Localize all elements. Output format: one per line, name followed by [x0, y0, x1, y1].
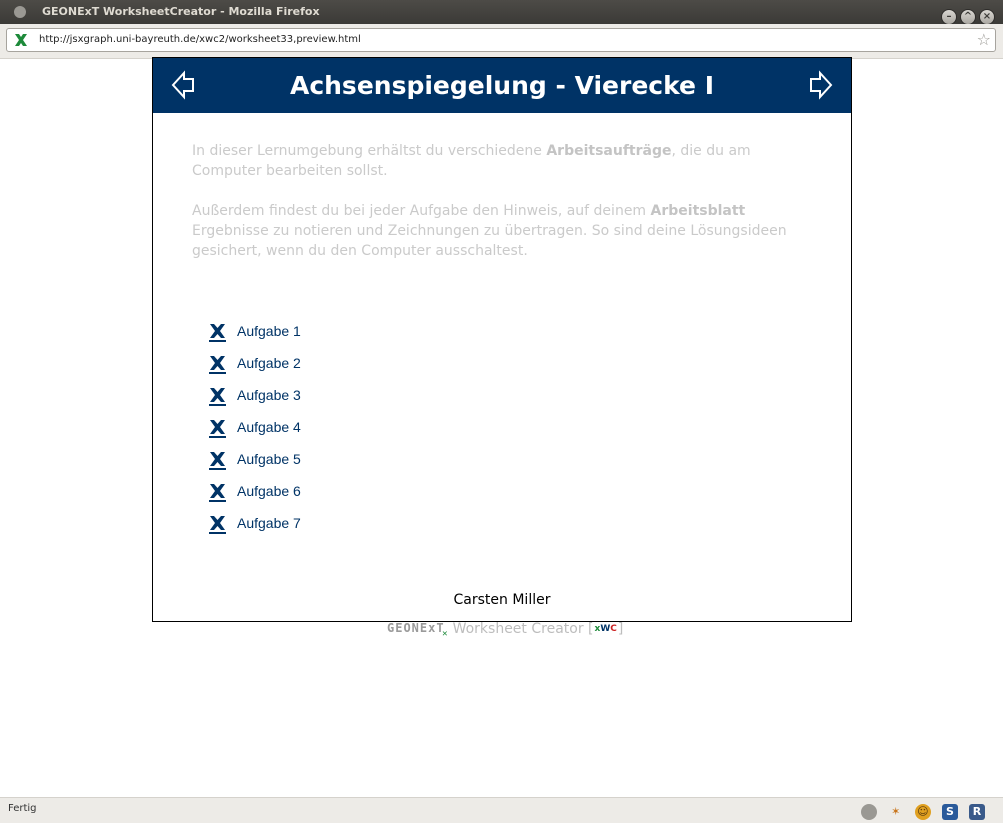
intro-2-text-c: Ergebnisse zu notieren und Zeichnungen z… [192, 223, 787, 259]
worksheet-title: Achsenspiegelung - Vierecke I [289, 71, 715, 100]
footer-credit: GEONExT ✕ Worksheet Creator [xWC] [387, 621, 623, 639]
intro-2-bold: Arbeitsblatt [650, 203, 746, 219]
firebug-icon[interactable]: ✶ [887, 803, 904, 820]
footer-product-name: Worksheet Creator [452, 621, 584, 637]
xwc-badge[interactable]: xWC [595, 624, 617, 634]
window-title-bar[interactable]: GEONExT WorksheetCreator - Mozilla Firef… [0, 0, 1003, 25]
greasemonkey-icon[interactable]: ☺ [914, 803, 931, 820]
author-name: Carsten Miller [453, 592, 551, 608]
task-link-1[interactable]: Aufgabe 1 [237, 323, 301, 339]
task-link-7[interactable]: Aufgabe 7 [237, 515, 301, 531]
geonext-logo-text: GEONExT [387, 621, 445, 635]
window-title: GEONExT WorksheetCreator - Mozilla Firef… [42, 5, 320, 18]
url-text[interactable]: http://jsxgraph.uni-bayreuth.de/xwc2/wor… [39, 34, 361, 45]
task-link-3[interactable]: Aufgabe 3 [237, 387, 301, 403]
status-bar: Fertig ✶ ☺ S R [0, 797, 1003, 823]
worksheet-header: Achsenspiegelung - Vierecke I [153, 58, 851, 113]
footer-bracket-close: ] [617, 621, 624, 637]
xwc-badge-c: C [610, 624, 617, 634]
task-icon [209, 356, 226, 374]
page-content: Achsenspiegelung - Vierecke I In dieser … [0, 57, 1003, 797]
task-icon [209, 420, 226, 438]
task-link-2[interactable]: Aufgabe 2 [237, 355, 301, 371]
task-icon [209, 484, 226, 502]
intro-1-text-a: In dieser Lernumgebung erhältst du versc… [192, 143, 547, 159]
task-icon [209, 388, 226, 406]
bookmark-star-icon[interactable]: ☆ [977, 31, 991, 49]
task-icon [209, 324, 226, 342]
minimize-button[interactable]: – [941, 9, 957, 25]
task-icon [209, 516, 226, 534]
intro-paragraph-2: Außerdem findest du bei jeder Aufgabe de… [192, 201, 812, 261]
app-menu-icon[interactable] [14, 6, 26, 18]
maximize-button[interactable]: ^ [960, 9, 976, 25]
site-favicon-icon [13, 32, 29, 48]
extension-molecule-icon[interactable] [860, 803, 877, 820]
task-link-6[interactable]: Aufgabe 6 [237, 483, 301, 499]
status-icons: ✶ ☺ S R [855, 801, 985, 820]
navigation-toolbar: http://jsxgraph.uni-bayreuth.de/xwc2/wor… [0, 24, 1003, 59]
footer-bracket-open: [ [588, 621, 594, 637]
task-link-4[interactable]: Aufgabe 4 [237, 419, 301, 435]
intro-2-text-a: Außerdem findest du bei jeder Aufgabe de… [192, 203, 651, 219]
task-link-5[interactable]: Aufgabe 5 [237, 451, 301, 467]
r-extension-icon[interactable]: R [969, 803, 985, 820]
close-button[interactable]: × [979, 9, 995, 25]
geonext-logo[interactable]: GEONExT ✕ [387, 621, 448, 639]
intro-paragraph-1: In dieser Lernumgebung erhältst du versc… [192, 141, 812, 181]
intro-1-bold: Arbeitsaufträge [546, 143, 672, 159]
window-controls: – ^ × [938, 4, 995, 25]
url-bar[interactable]: http://jsxgraph.uni-bayreuth.de/xwc2/wor… [6, 28, 996, 52]
task-icon [209, 452, 226, 470]
s-extension-icon[interactable]: S [941, 803, 958, 820]
geonext-logo-x-icon: ✕ [442, 629, 449, 639]
next-arrow-icon[interactable] [809, 70, 833, 100]
xwc-badge-w: W [600, 624, 611, 634]
status-text: Fertig [8, 803, 37, 814]
worksheet-panel: Achsenspiegelung - Vierecke I In dieser … [152, 57, 852, 622]
intro-text: In dieser Lernumgebung erhältst du versc… [192, 141, 812, 281]
